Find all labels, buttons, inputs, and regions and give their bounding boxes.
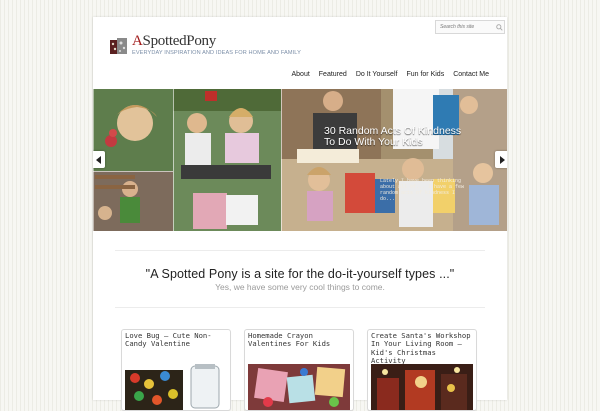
intro-title: "A Spotted Pony is a site for the do-it-… xyxy=(145,267,455,281)
pony-logo-icon xyxy=(108,34,130,56)
intro-section: "A Spotted Pony is a site for the do-it-… xyxy=(93,267,507,292)
post-thumbnail[interactable] xyxy=(125,364,227,410)
site-name-spotted: Spotted xyxy=(142,33,187,49)
divider xyxy=(115,307,485,308)
post-card[interactable]: Love Bug – Cute Non-Candy Valentine xyxy=(121,329,231,411)
post-card[interactable]: Create Santa's Workshop In Your Living R… xyxy=(367,329,477,411)
intro-subtitle: Yes, we have some very cool things to co… xyxy=(215,282,385,292)
slider-collage-image xyxy=(93,89,507,231)
logo-text: ASpottedPony EVERYDAY INSPIRATION AND ID… xyxy=(132,34,301,57)
post-title[interactable]: Love Bug – Cute Non-Candy Valentine xyxy=(122,330,230,358)
post-thumbnail[interactable] xyxy=(371,364,473,410)
slide-excerpt: Lately I have been thinking about all of… xyxy=(380,178,465,202)
nav-item-contact-me[interactable]: Contact Me xyxy=(453,71,489,78)
chevron-left-icon xyxy=(95,155,101,164)
divider xyxy=(115,250,485,251)
slide-caption[interactable]: 30 Random Acts Of Kindness To Do With Yo… xyxy=(324,126,474,148)
search-icon[interactable] xyxy=(494,22,504,32)
site-tagline: EVERYDAY INSPIRATION AND IDEAS FOR HOME … xyxy=(132,50,301,56)
site-logo[interactable]: ASpottedPony EVERYDAY INSPIRATION AND ID… xyxy=(108,34,301,56)
post-thumbnail[interactable] xyxy=(248,364,350,410)
nav-item-featured[interactable]: Featured xyxy=(319,71,347,78)
post-title[interactable]: Create Santa's Workshop In Your Living R… xyxy=(368,330,476,365)
search-box xyxy=(435,20,505,34)
nav-item-about[interactable]: About xyxy=(291,71,309,78)
post-title[interactable]: Homemade Crayon Valentines For Kids xyxy=(245,330,353,358)
page-container: ASpottedPony EVERYDAY INSPIRATION AND ID… xyxy=(93,17,507,411)
main-nav: About Featured Do It Yourself Fun for Ki… xyxy=(291,71,489,78)
slider-next-button[interactable] xyxy=(495,151,507,168)
search-input[interactable] xyxy=(436,22,494,32)
nav-item-fun-for-kids[interactable]: Fun for Kids xyxy=(406,71,444,78)
nav-item-do-it-yourself[interactable]: Do It Yourself xyxy=(356,71,398,78)
post-card[interactable]: Homemade Crayon Valentines For Kids xyxy=(244,329,354,411)
site-name-a: A xyxy=(132,33,143,49)
slider-prev-button[interactable] xyxy=(93,151,105,168)
post-cards: Love Bug – Cute Non-Candy Valentine Home… xyxy=(121,329,477,411)
site-name-pony: Pony xyxy=(186,33,216,49)
chevron-right-icon xyxy=(499,155,505,164)
featured-slider[interactable]: 30 Random Acts Of Kindness To Do With Yo… xyxy=(93,89,507,231)
site-name: ASpottedPony xyxy=(132,34,301,49)
